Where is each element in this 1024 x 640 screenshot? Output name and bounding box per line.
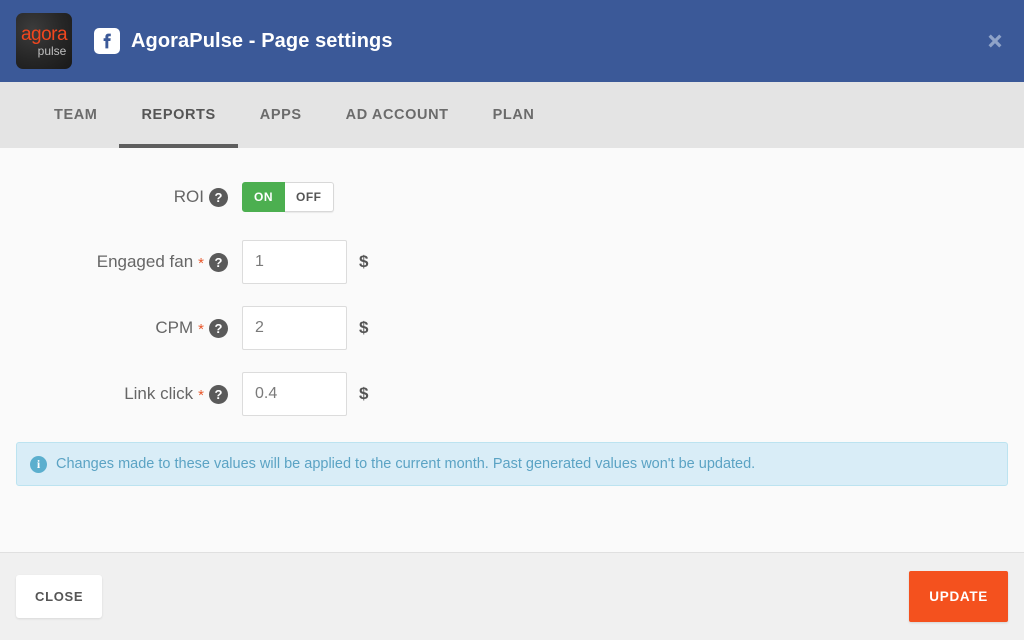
link-click-input[interactable] — [242, 372, 347, 416]
info-icon: i — [30, 455, 47, 473]
engaged-fan-label: Engaged fan — [96, 252, 194, 271]
info-banner-text: Changes made to these values will be app… — [56, 456, 756, 472]
required-marker: * — [198, 254, 204, 272]
close-button[interactable]: CLOSE — [16, 575, 103, 618]
tab-plan[interactable]: PLAN — [471, 82, 557, 148]
roi-row: ROI ? ON OFF — [16, 176, 1008, 218]
cpm-label: CPM — [155, 318, 194, 337]
tab-team[interactable]: TEAM — [32, 82, 119, 148]
page-settings-modal: agora pulse AgoraPulse - Page settings T… — [0, 0, 1024, 640]
logo-agora-text: agora — [20, 24, 68, 45]
engaged-fan-label-group: Engaged fan * ? — [16, 252, 242, 272]
link-click-label-group: Link click * ? — [16, 384, 242, 404]
engaged-fan-row: Engaged fan * ? $ — [16, 240, 1008, 284]
link-click-currency: $ — [359, 384, 369, 403]
logo-pulse-text: pulse — [37, 44, 67, 58]
cpm-row: CPM * ? $ — [16, 306, 1008, 350]
question-mark-icon[interactable]: ? — [209, 318, 228, 338]
link-click-row: Link click * ? $ — [16, 372, 1008, 416]
update-button[interactable]: UPDATE — [909, 571, 1008, 622]
cpm-label-group: CPM * ? — [16, 318, 242, 338]
page-title: AgoraPulse - Page settings — [131, 29, 393, 52]
question-mark-icon[interactable]: ? — [209, 252, 228, 272]
settings-tabs: TEAM REPORTS APPS AD ACCOUNT PLAN — [0, 82, 1024, 148]
required-marker: * — [198, 320, 204, 338]
facebook-icon — [94, 28, 120, 54]
tab-ad-account[interactable]: AD ACCOUNT — [324, 82, 471, 148]
roi-toggle[interactable]: ON OFF — [242, 182, 334, 212]
modal-header: agora pulse AgoraPulse - Page settings — [0, 0, 1024, 82]
link-click-label: Link click — [124, 384, 194, 403]
cpm-currency: $ — [359, 318, 369, 337]
roi-toggle-on[interactable]: ON — [242, 182, 285, 212]
tab-apps[interactable]: APPS — [238, 82, 324, 148]
tab-reports[interactable]: REPORTS — [119, 82, 239, 148]
question-mark-icon[interactable]: ? — [209, 384, 228, 404]
cpm-input[interactable] — [242, 306, 347, 350]
required-marker: * — [198, 386, 204, 404]
roi-label-group: ROI ? — [16, 187, 242, 207]
modal-footer: CLOSE UPDATE — [0, 552, 1024, 640]
info-banner: i Changes made to these values will be a… — [16, 442, 1008, 486]
close-icon[interactable] — [982, 28, 1008, 54]
agorapulse-logo: agora pulse — [16, 13, 72, 69]
engaged-fan-currency: $ — [359, 252, 369, 271]
reports-settings-form: ROI ? ON OFF Engaged fan * ? $ CPM * ? — [0, 148, 1024, 552]
engaged-fan-input[interactable] — [242, 240, 347, 284]
roi-toggle-off[interactable]: OFF — [285, 182, 334, 212]
roi-label: ROI — [173, 187, 204, 206]
question-mark-icon[interactable]: ? — [209, 187, 228, 207]
